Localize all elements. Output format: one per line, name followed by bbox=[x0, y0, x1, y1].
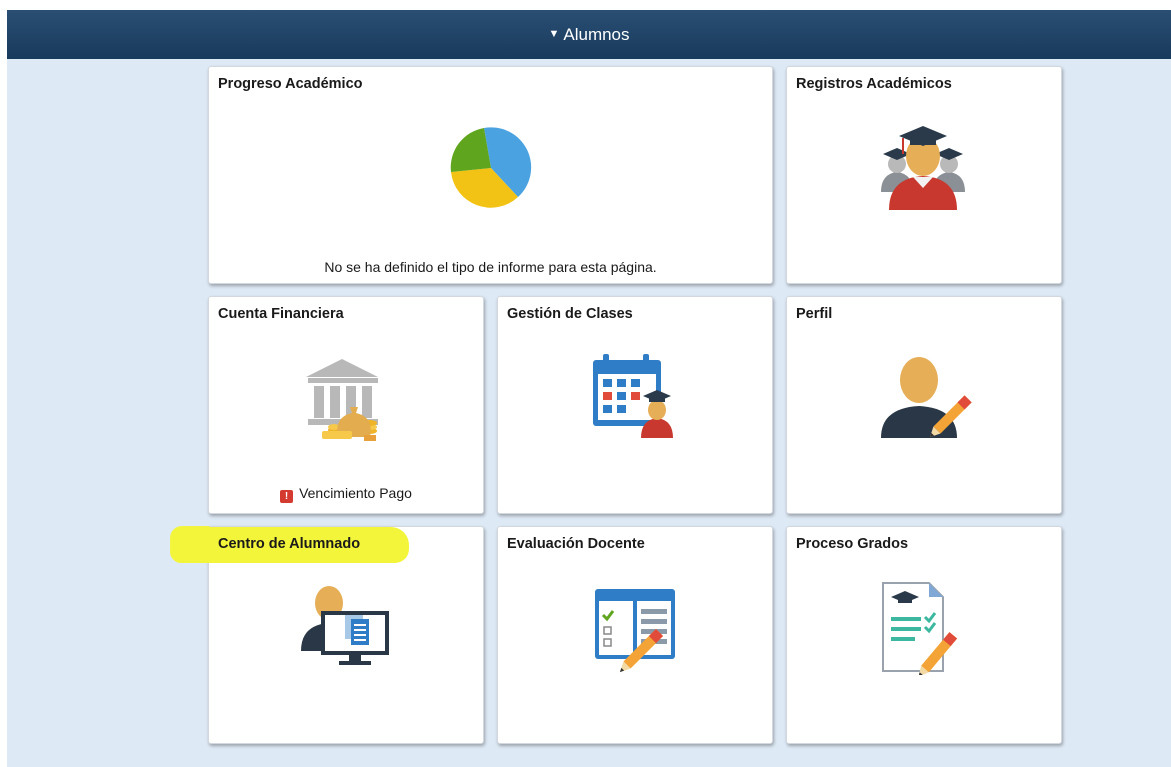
calendar-student-icon bbox=[593, 354, 673, 438]
section-header[interactable]: ▼ Alumnos bbox=[7, 10, 1171, 59]
tile-progreso-academico[interactable]: Progreso Académico No se ha definido el … bbox=[208, 66, 773, 284]
caret-down-icon: ▼ bbox=[548, 27, 560, 40]
alert-row: ! Vencimiento Pago bbox=[209, 485, 483, 503]
tile-gestion-de-clases[interactable]: Gestión de Clases bbox=[497, 296, 773, 514]
tile-registros-academicos[interactable]: Registros Académicos bbox=[786, 66, 1062, 284]
graduates-icon bbox=[881, 126, 965, 210]
tile-title: Registros Académicos bbox=[796, 76, 952, 92]
tile-proceso-grados[interactable]: Proceso Grados bbox=[786, 526, 1062, 744]
tile-evaluacion-docente[interactable]: Evaluación Docente bbox=[497, 526, 773, 744]
graduation-document-icon bbox=[882, 582, 958, 675]
bank-money-icon bbox=[306, 359, 378, 441]
tile-centro-de-alumnado[interactable]: Centro de Alumnado bbox=[171, 526, 484, 744]
tile-title: Cuenta Financiera bbox=[218, 306, 344, 322]
checklist-edit-icon bbox=[595, 589, 675, 673]
profile-edit-icon bbox=[881, 357, 972, 438]
section-title: Alumnos bbox=[563, 24, 630, 44]
tile-footer-message: Vencimiento Pago bbox=[299, 485, 412, 501]
tile-title: Gestión de Clases bbox=[507, 306, 633, 322]
tile-cuenta-financiera[interactable]: Cuenta Financiera ! Vencimiento Pago bbox=[208, 296, 484, 514]
tile-title: Centro de Alumnado bbox=[218, 536, 361, 552]
tile-title: Evaluación Docente bbox=[507, 536, 645, 552]
pie-chart-icon bbox=[450, 127, 532, 208]
student-computer-icon bbox=[301, 586, 389, 665]
tile-perfil[interactable]: Perfil bbox=[786, 296, 1062, 514]
tile-title: Perfil bbox=[796, 306, 833, 322]
tile-title: Progreso Académico bbox=[218, 76, 363, 92]
tile-title: Proceso Grados bbox=[796, 536, 909, 552]
alert-icon: ! bbox=[280, 490, 294, 503]
tile-footer-message: No se ha definido el tipo de informe par… bbox=[324, 259, 657, 275]
